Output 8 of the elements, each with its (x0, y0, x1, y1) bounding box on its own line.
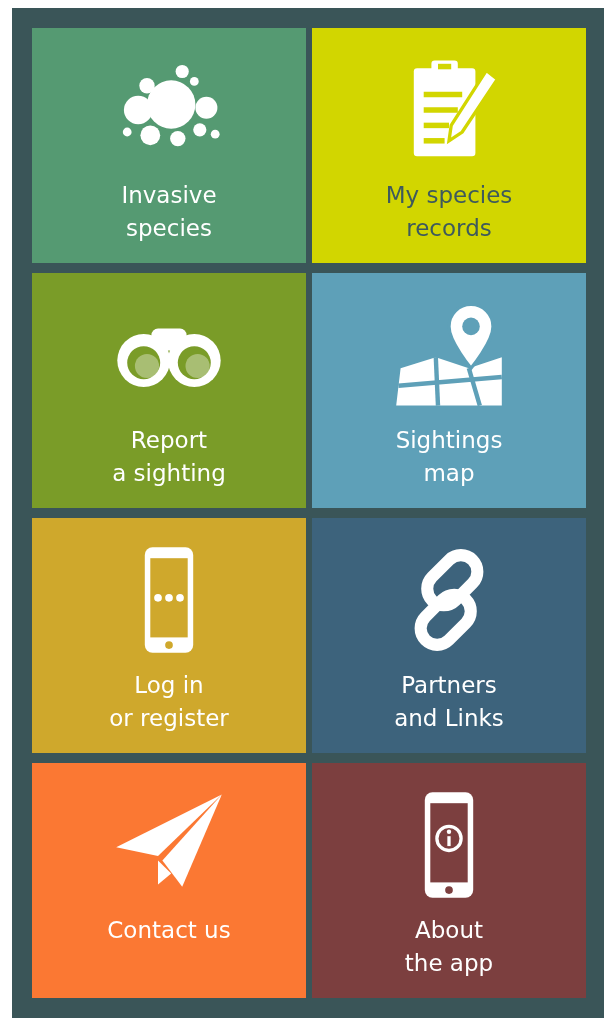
menu-tile[interactable]: Invasive species (32, 28, 306, 263)
menu-tile[interactable]: Contact us (32, 763, 306, 998)
menu-tile[interactable]: Report a sighting (32, 273, 306, 508)
menu-tile[interactable]: About the app (312, 763, 586, 998)
menu-tile[interactable]: Sightings map (312, 273, 586, 508)
menu-tile[interactable]: My species records (312, 28, 586, 263)
menu-tile[interactable]: Log in or register (32, 518, 306, 753)
menu-tile[interactable]: Partners and Links (312, 518, 586, 753)
